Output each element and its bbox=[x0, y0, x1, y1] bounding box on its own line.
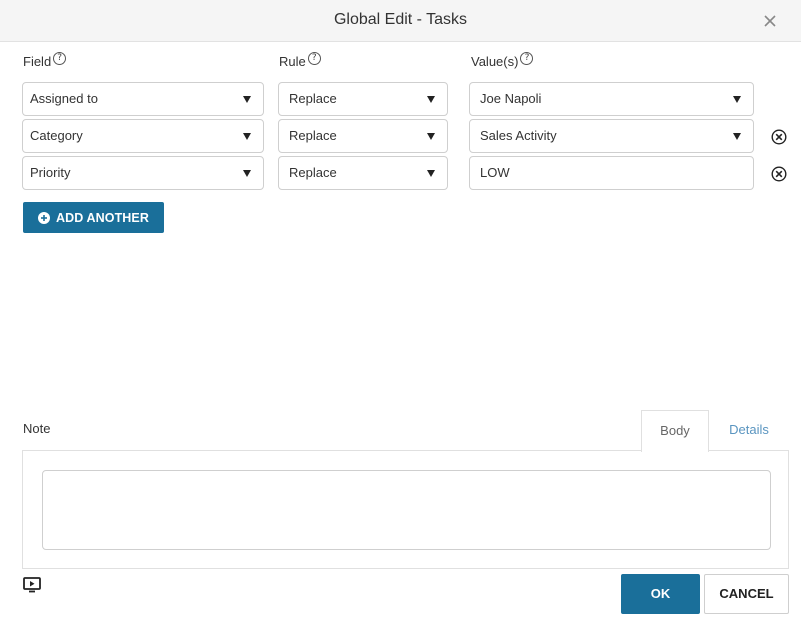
caret-down-icon bbox=[427, 133, 435, 140]
field-select-row-2[interactable]: Category bbox=[22, 119, 264, 153]
value-select-row-1[interactable]: Joe Napoli bbox=[469, 82, 754, 116]
field-label-text: Field bbox=[23, 54, 52, 69]
caret-down-icon bbox=[733, 96, 741, 103]
remove-row-icon[interactable] bbox=[771, 166, 787, 182]
note-panel bbox=[22, 450, 789, 569]
rule-select-value: Replace bbox=[289, 91, 337, 106]
caret-down-icon bbox=[427, 170, 435, 177]
rule-select-value: Replace bbox=[289, 128, 337, 143]
value-input-row-3[interactable]: LOW bbox=[469, 156, 754, 190]
caret-down-icon bbox=[243, 96, 251, 103]
field-select-value: Category bbox=[30, 128, 83, 143]
tab-body[interactable]: Body bbox=[641, 410, 709, 452]
rule-column-label: Rule ? bbox=[279, 52, 321, 69]
rule-select-row-3[interactable]: Replace bbox=[278, 156, 448, 190]
rule-select-row-2[interactable]: Replace bbox=[278, 119, 448, 153]
value-select-value: Sales Activity bbox=[480, 128, 557, 143]
values-label-text: Value(s) bbox=[471, 54, 519, 69]
rule-help-icon[interactable]: ? bbox=[307, 52, 321, 65]
caret-down-icon bbox=[243, 133, 251, 140]
field-select-row-1[interactable]: Assigned to bbox=[22, 82, 264, 116]
remove-row-icon[interactable] bbox=[771, 129, 787, 145]
caret-down-icon bbox=[243, 170, 251, 177]
rule-label-text: Rule bbox=[279, 54, 306, 69]
value-input-text: LOW bbox=[480, 165, 510, 180]
field-select-row-3[interactable]: Priority bbox=[22, 156, 264, 190]
caret-down-icon bbox=[733, 133, 741, 140]
global-edit-dialog: Global Edit - Tasks Field ? Rule ? Value… bbox=[0, 0, 801, 630]
cancel-button[interactable]: CANCEL bbox=[704, 574, 789, 614]
field-select-value: Priority bbox=[30, 165, 71, 180]
field-select-value: Assigned to bbox=[30, 91, 98, 106]
note-label: Note bbox=[23, 421, 51, 436]
dialog-header: Global Edit - Tasks bbox=[0, 0, 801, 42]
add-another-label: ADD ANOTHER bbox=[56, 210, 149, 225]
value-select-value: Joe Napoli bbox=[480, 91, 542, 106]
ok-button[interactable]: OK bbox=[621, 574, 700, 614]
close-icon[interactable] bbox=[759, 10, 781, 32]
rule-select-row-1[interactable]: Replace bbox=[278, 82, 448, 116]
dialog-title: Global Edit - Tasks bbox=[333, 11, 468, 28]
values-column-label: Value(s) ? bbox=[471, 52, 534, 69]
video-icon[interactable] bbox=[23, 577, 41, 593]
note-body-textarea[interactable] bbox=[42, 470, 771, 550]
rule-select-value: Replace bbox=[289, 165, 337, 180]
field-help-icon[interactable]: ? bbox=[53, 52, 67, 65]
add-another-button[interactable]: ADD ANOTHER bbox=[23, 202, 164, 233]
values-help-icon[interactable]: ? bbox=[520, 52, 534, 65]
value-select-row-2[interactable]: Sales Activity bbox=[469, 119, 754, 153]
field-column-label: Field ? bbox=[23, 52, 67, 69]
caret-down-icon bbox=[427, 96, 435, 103]
plus-circle-icon bbox=[38, 211, 50, 224]
tab-details[interactable]: Details bbox=[716, 410, 782, 451]
